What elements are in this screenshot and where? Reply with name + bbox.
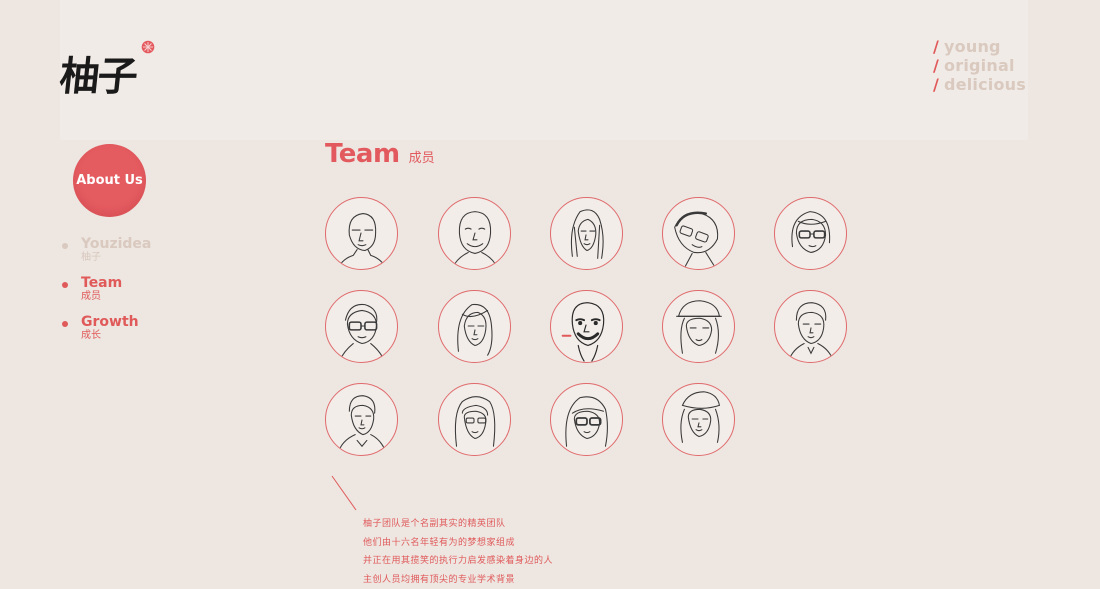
team-member-avatar[interactable] [662, 197, 735, 270]
intro-line: 主创人员均拥有顶尖的专业学术背景 [363, 571, 553, 589]
decorative-diagonal-line [330, 474, 360, 514]
team-member-avatar[interactable] [550, 383, 623, 456]
section-title: Team 成员 [325, 139, 435, 169]
team-member-avatar[interactable] [662, 290, 735, 363]
grapefruit-slice-icon [141, 40, 155, 54]
header-band [60, 0, 1028, 140]
glasses-man-portrait-icon [326, 291, 397, 362]
team-member-avatar[interactable] [325, 290, 398, 363]
young-man-portrait-icon [326, 384, 397, 455]
bald-smiling-man-portrait-icon [439, 198, 510, 269]
team-member-avatar[interactable] [662, 383, 735, 456]
team-member-avatar[interactable] [774, 290, 847, 363]
side-nav-item-subtitle: 柚子 [81, 252, 212, 264]
tagline-row: /young [933, 37, 1026, 56]
side-nav-item-title: Youzidea [81, 236, 212, 252]
cap-girl-portrait-icon [663, 384, 734, 455]
team-member-avatar[interactable] [438, 290, 511, 363]
section-title-en: Team [325, 139, 400, 169]
section-title-cn: 成员 [409, 151, 435, 166]
cigar-man-portrait-icon [551, 291, 622, 362]
glasses-bangs-woman-portrait-icon [551, 384, 622, 455]
side-nav-item-subtitle: 成员 [81, 291, 212, 303]
side-nav-item-subtitle: 成长 [81, 330, 212, 342]
long-hair-woman-portrait-icon [551, 198, 622, 269]
bullet-dot-icon [62, 282, 68, 288]
tagline-row: /original [933, 56, 1026, 75]
about-us-button[interactable]: About Us [73, 144, 146, 217]
logo-text: 柚子 [57, 44, 139, 102]
about-us-label: About Us [76, 173, 143, 188]
bullet-dot-icon [62, 243, 68, 249]
team-intro: 柚子团队是个名副其实的精英团队 他们由十六名年轻有为的梦想家组成 并正在用其揽笑… [363, 515, 553, 589]
side-nav-item-growth[interactable]: Growth 成长 [62, 314, 212, 353]
team-member-avatar[interactable] [438, 383, 511, 456]
intro-line: 并正在用其揽笑的执行力启发感染着身边的人 [363, 552, 553, 571]
bangs-woman-portrait-icon [439, 384, 510, 455]
side-nav-item-title: Team [81, 275, 212, 291]
brand-logo[interactable]: 柚子 [60, 40, 160, 100]
intro-line: 柚子团队是个名副其实的精英团队 [363, 515, 553, 534]
long-hair-woman-portrait-icon [439, 291, 510, 362]
team-member-avatar[interactable] [550, 290, 623, 363]
team-member-avatar[interactable] [774, 197, 847, 270]
team-member-avatar[interactable] [325, 197, 398, 270]
side-nav-item-youzidea[interactable]: Youzidea 柚子 [62, 236, 212, 275]
tilted-head-glasses-man-portrait-icon [663, 198, 734, 269]
intro-line: 他们由十六名年轻有为的梦想家组成 [363, 534, 553, 553]
team-member-avatar[interactable] [438, 197, 511, 270]
tagline: /young /original /delicious [933, 37, 1026, 94]
team-member-avatar[interactable] [550, 197, 623, 270]
team-member-avatar[interactable] [325, 383, 398, 456]
cap-woman-portrait-icon [663, 291, 734, 362]
tagline-row: /delicious [933, 75, 1026, 94]
glasses-woman-portrait-icon [775, 198, 846, 269]
short-hair-man-portrait-icon [775, 291, 846, 362]
side-nav-item-title: Growth [81, 314, 212, 330]
side-nav-item-team[interactable]: Team 成员 [62, 275, 212, 314]
side-nav: Youzidea 柚子 Team 成员 Growth 成长 [62, 236, 212, 353]
bullet-dot-icon [62, 321, 68, 327]
bald-man-portrait-icon [326, 198, 397, 269]
